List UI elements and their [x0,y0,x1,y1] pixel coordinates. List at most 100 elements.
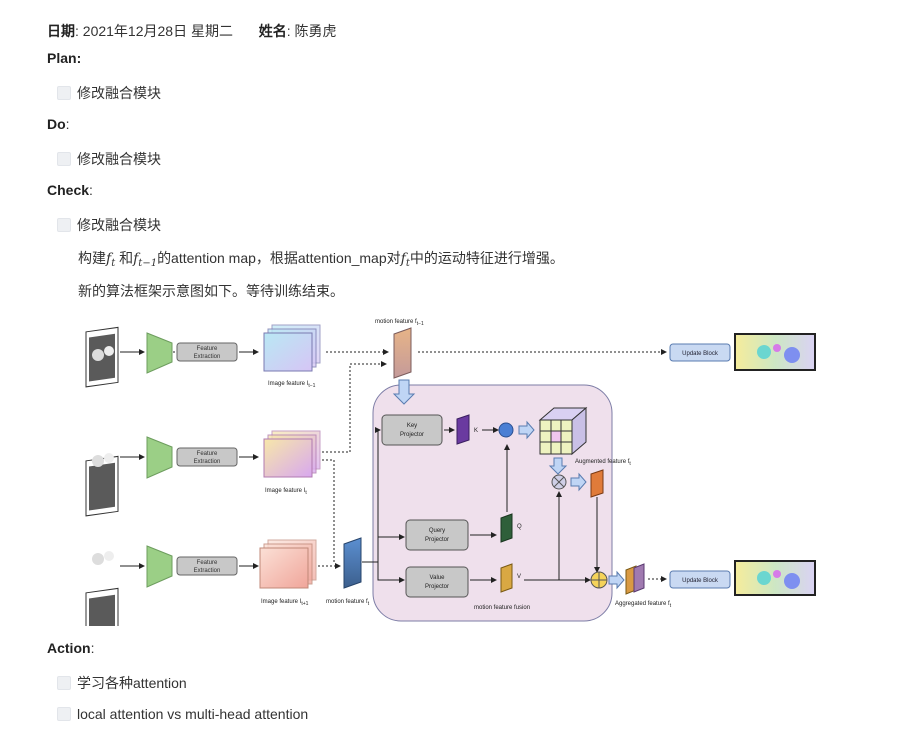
framework-diagram: Feature Extraction Image feature It−1 mo… [85,319,816,626]
action-task-1-label: 学习各种attention [77,675,187,691]
para1-text-2: 和 [115,250,134,266]
check-paragraph-2: 新的算法框架示意图如下。等待训练结束。 [78,283,344,299]
input-frame-3 [85,551,119,626]
fe3-l2: Extraction [194,568,221,574]
input-frame-1 [85,326,119,388]
fe1-l2: Extraction [194,354,221,360]
action-task-1-checkbox[interactable] [57,676,71,690]
mfb-sub: t [368,601,370,607]
af-t: Augmented feature f [575,459,630,465]
query-projector-l1: Query [429,528,445,534]
action-heading: Action: [47,640,94,656]
plan-heading: Plan: [47,50,81,66]
para1-text-1: 构建 [78,250,106,266]
update-block-top-label: Update Block [682,351,719,357]
do-task-item: 修改融合模块 [57,149,161,169]
image-feature-1-label: Image feature It−1 [268,381,316,389]
agf-sub: t [670,603,672,609]
value-projector-l1: Value [430,575,446,581]
action-colon: : [90,640,95,656]
image-feature-2-label: Image feature It [265,488,307,496]
image-feature-stack-2 [263,430,321,478]
value-projector-l2: Projector [425,584,449,590]
do-task-checkbox[interactable] [57,152,71,166]
check-task-item: 修改融合模块 [57,215,161,235]
image-feature-3-label: Image feature It+1 [261,599,309,607]
date-label: 日期 [47,23,75,39]
motion-feature-fusion-label: motion feature fusion [474,605,530,611]
fe3-l1: Feature [197,560,218,566]
motion-feature-bottom [343,537,362,589]
af-sub: t [629,461,631,467]
key-projector-l1: Key [407,423,417,429]
key-projector [381,414,443,446]
fe2-l2: Extraction [194,459,221,465]
value-projector [405,566,469,598]
plan-task-label: 修改融合模块 [77,85,161,101]
action-label: Action [47,640,91,656]
if2-t: Image feature I [265,488,306,494]
action-task-item-1: 学习各种attention [57,673,187,693]
para1-text-3: 的attention map，根据attention_map对 [157,250,401,266]
fe2-l1: Feature [197,451,218,457]
math-f-t-2: ft [401,251,410,269]
check-task-label: 修改融合模块 [77,217,161,233]
check-colon: : [89,182,93,198]
plan-task-item: 修改融合模块 [57,83,161,103]
fe1-l1: Feature [197,346,218,352]
aggregated-feature-b [633,563,645,593]
if1-sub: t−1 [308,383,315,389]
input-frame-2 [85,453,119,517]
dot-product-node [498,422,514,438]
header-line: 日期: 2021年12月28日 星期二 姓名: 陈勇虎 [47,21,337,41]
math-f-t-2-sub: t [405,258,410,269]
date-value: : 2021年12月28日 星期二 [75,23,233,39]
math-f-t1-sub: t−1 [138,258,158,269]
aggregated-feature-label: Aggregated feature ft [615,601,672,609]
do-heading: Do: [47,116,70,132]
value-feature [500,563,513,593]
agf-t: Aggregated feature f [615,601,670,607]
plan-task-checkbox[interactable] [57,86,71,100]
key-feature [456,414,470,445]
plan-label: Plan [47,50,77,66]
name-label: 姓名 [258,23,287,39]
if3-t: Image feature I [261,599,302,605]
encoder-2 [146,436,173,479]
v-label: V [517,574,521,580]
math-f-t: ft [106,251,116,269]
action-task-item-2: local attention vs multi-head attention [57,706,308,722]
encoder-1 [146,332,173,374]
check-paragraph-1: 构建ft 和ft−1的attention map，根据attention_map… [78,248,564,269]
mfb-t: motion feature f [326,599,368,605]
math-f-t-sub: t [111,258,116,269]
query-feature [500,513,513,543]
attention-cube [538,406,588,456]
if1-t: Image feature I [268,381,309,387]
flow-output-bottom [734,560,816,596]
para1-text-4: 中的运动特征进行增强。 [409,250,564,266]
do-label: Do [47,116,66,132]
do-colon: : [65,116,70,132]
action-task-2-checkbox[interactable] [57,707,71,721]
mft-sub: t−1 [417,321,424,327]
key-projector-l2: Projector [400,432,424,438]
k-label: K [474,428,478,434]
action-task-2-label: local attention vs multi-head attention [77,706,309,722]
math-f-t1: ft−1 [133,251,158,269]
augmented-feature [590,469,604,498]
plan-colon: : [76,50,82,66]
name-value: : 陈勇虎 [286,23,337,39]
check-task-checkbox[interactable] [57,218,71,232]
check-heading: Check: [47,182,93,198]
motion-feature-bottom-label: motion feature ft [326,599,370,607]
do-task-label: 修改融合模块 [77,151,161,167]
query-projector-l2: Projector [425,537,449,543]
q-label: Q [517,524,522,530]
motion-feature-top-label: motion feature ft−1 [375,319,424,327]
if3-sub: t+1 [301,601,308,607]
query-projector [405,519,469,551]
image-feature-stack-1 [263,324,321,372]
if2-sub: t [305,490,307,496]
check-label: Check [47,182,90,198]
